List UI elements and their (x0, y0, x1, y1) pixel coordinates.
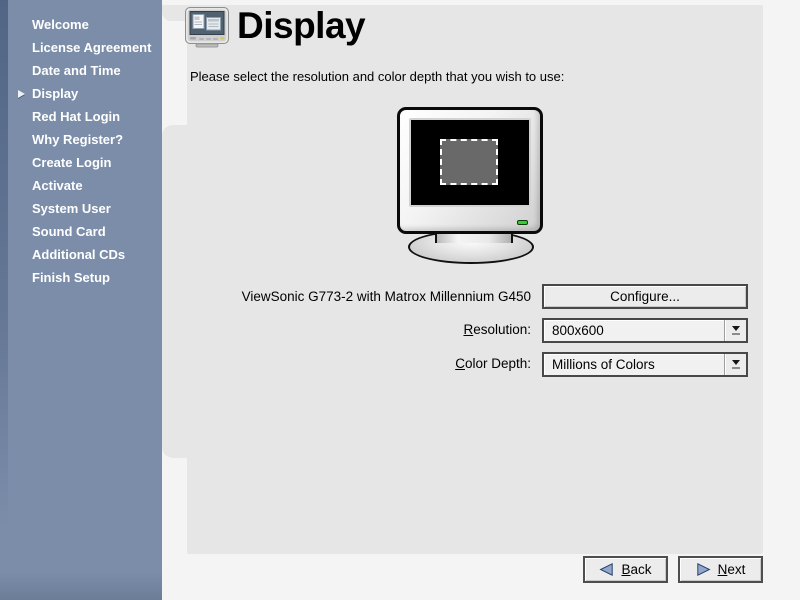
sidebar-item-display: Display (32, 82, 162, 105)
sidebar-item-create-login: Create Login (32, 151, 162, 174)
sidebar-item-finish-setup: Finish Setup (32, 266, 162, 289)
color-depth-label-rest: olor Depth: (465, 356, 531, 371)
back-button-label: Back (621, 562, 651, 577)
monitor-bezel (397, 107, 543, 234)
sidebar-item-sound-card: Sound Card (32, 220, 162, 243)
color-depth-value: Millions of Colors (544, 354, 724, 375)
next-arrow-icon (696, 563, 711, 576)
sidebar-item-welcome: Welcome (32, 13, 162, 36)
power-led (517, 220, 528, 225)
current-step-arrow-icon (18, 90, 25, 98)
wizard-step-list: Welcome License Agreement Date and Time … (0, 0, 162, 289)
resolution-combobox[interactable]: 800x600 (542, 318, 748, 343)
monitor-illustration (393, 107, 555, 269)
next-label-rest: ext (727, 562, 745, 577)
resolution-value: 800x600 (544, 320, 724, 341)
next-button[interactable]: Next (678, 556, 763, 583)
next-mnemonic: N (718, 562, 728, 577)
color-depth-mnemonic: C (455, 356, 465, 371)
wizard-steps-sidebar: Welcome License Agreement Date and Time … (0, 0, 162, 600)
dropdown-underline-mark (732, 367, 740, 369)
sidebar-item-system-user: System User (32, 197, 162, 220)
monitor-icon (184, 6, 230, 50)
resolution-selection-rect (440, 139, 498, 185)
chevron-down-icon (732, 360, 740, 365)
sidebar-item-date-and-time: Date and Time (32, 59, 162, 82)
page-title: Display (237, 4, 365, 48)
resolution-label-rest: esolution: (473, 322, 531, 337)
back-button[interactable]: Back (583, 556, 668, 583)
back-label-rest: ack (631, 562, 652, 577)
monitor-screen (409, 118, 531, 207)
resolution-dropdown-button[interactable] (724, 320, 746, 341)
color-depth-label: Color Depth: (162, 356, 531, 372)
main-area: Display Please select the resolution and… (162, 0, 800, 600)
instruction-text: Please select the resolution and color d… (190, 69, 564, 84)
color-depth-combobox[interactable]: Millions of Colors (542, 352, 748, 377)
sidebar-item-red-hat-login: Red Hat Login (32, 105, 162, 128)
back-arrow-icon (599, 563, 614, 576)
sidebar-item-why-register: Why Register? (32, 128, 162, 151)
sidebar-item-license-agreement: License Agreement (32, 36, 162, 59)
back-mnemonic: B (621, 562, 630, 577)
sidebar-item-label: Display (32, 86, 78, 101)
next-button-label: Next (718, 562, 746, 577)
content-panel (187, 5, 763, 554)
color-depth-dropdown-button[interactable] (724, 354, 746, 375)
sidebar-item-activate: Activate (32, 174, 162, 197)
sidebar-edge-shadow (0, 0, 8, 600)
resolution-label: Resolution: (162, 322, 531, 338)
configure-button[interactable]: Configure... (542, 284, 748, 309)
chevron-down-icon (732, 326, 740, 331)
sidebar-item-additional-cds: Additional CDs (32, 243, 162, 266)
sidebar-bottom-shade (0, 572, 162, 600)
dropdown-underline-mark (732, 333, 740, 335)
device-label: ViewSonic G773-2 with Matrox Millennium … (162, 289, 531, 305)
firstboot-window: Welcome License Agreement Date and Time … (0, 0, 800, 600)
resolution-mnemonic: R (463, 322, 473, 337)
